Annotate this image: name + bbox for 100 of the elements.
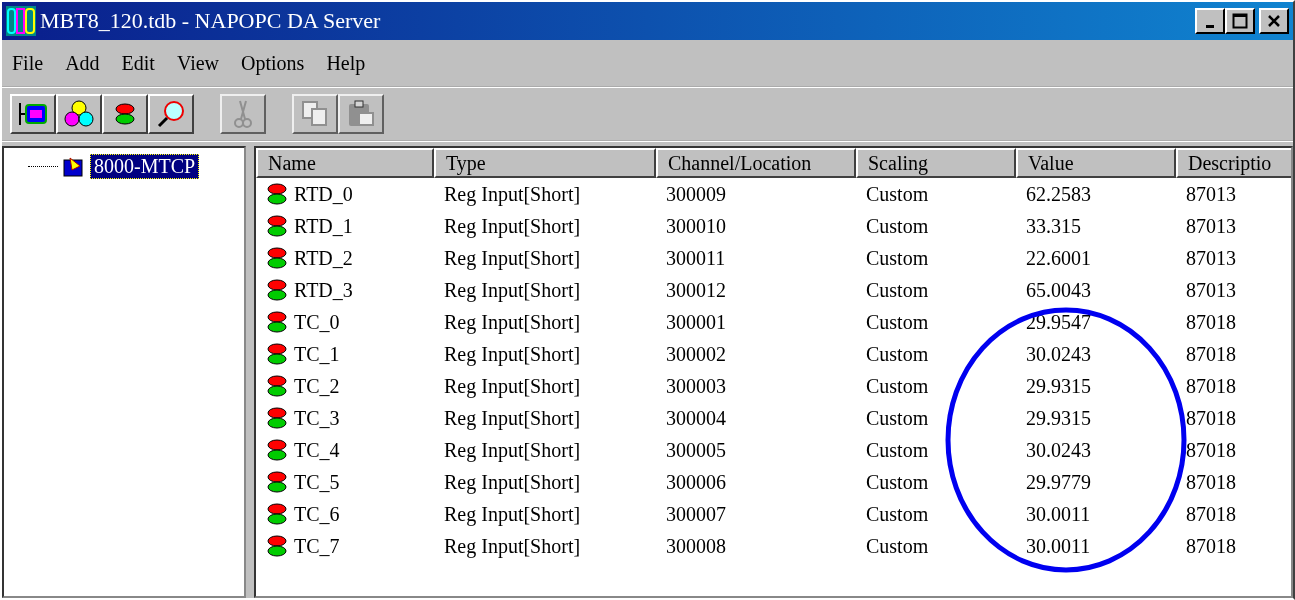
table-cell: Reg Input[Short]: [444, 214, 581, 238]
tag-light-icon: [266, 183, 288, 205]
table-cell: 65.0043: [1026, 278, 1091, 302]
table-cell: 87018: [1186, 374, 1236, 398]
table-cell: 87018: [1186, 406, 1236, 430]
app-logo-icon: [6, 6, 36, 36]
table-cell: 87018: [1186, 438, 1236, 462]
column-header[interactable]: Scaling: [856, 148, 1016, 178]
table-cell: Custom: [866, 214, 929, 238]
table-cell: 87018: [1186, 342, 1236, 366]
table-cell: 87018: [1186, 470, 1236, 494]
table-cell: Reg Input[Short]: [444, 342, 581, 366]
menu-item[interactable]: View: [176, 51, 220, 75]
table-cell: Custom: [866, 310, 929, 334]
search-icon: [156, 99, 186, 129]
table-cell: 87013: [1186, 246, 1236, 270]
table-cell: Reg Input[Short]: [444, 310, 581, 334]
tag-light-icon: [266, 311, 288, 333]
tag-light-icon: [266, 503, 288, 525]
minimize-button[interactable]: [1195, 8, 1225, 34]
table-cell: 87013: [1186, 278, 1236, 302]
table-cell: 87018: [1186, 502, 1236, 526]
table-cell: 30.0243: [1026, 342, 1091, 366]
table-cell: 29.9779: [1026, 470, 1091, 494]
table-cell: TC_1: [294, 342, 340, 366]
tag-light-icon: [266, 247, 288, 269]
table-cell: Custom: [866, 246, 929, 270]
table-cell: Reg Input[Short]: [444, 278, 581, 302]
table-cell: TC_4: [294, 438, 340, 462]
table-cell: 300006: [666, 470, 726, 494]
table-cell: RTD_1: [294, 214, 353, 238]
table-cell: Reg Input[Short]: [444, 374, 581, 398]
toolbar-button[interactable]: [148, 94, 194, 134]
maximize-button[interactable]: [1225, 8, 1255, 34]
menu-item[interactable]: Options: [241, 51, 305, 75]
toolbar-button[interactable]: [10, 94, 56, 134]
toolbar-button[interactable]: [56, 94, 102, 134]
close-icon: [1267, 14, 1281, 28]
table-cell: 30.0243: [1026, 438, 1091, 462]
table-cell: 300003: [666, 374, 726, 398]
table-cell: 87018: [1186, 310, 1236, 334]
scissors-icon: [233, 99, 253, 129]
window-title: MBT8_120.tdb - NAPOPC DA Server: [40, 8, 382, 34]
menu-item[interactable]: File: [12, 51, 44, 75]
table-cell: RTD_0: [294, 182, 353, 206]
table-cell: 22.6001: [1026, 246, 1091, 270]
table-cell: 87018: [1186, 534, 1236, 558]
menu-item[interactable]: Add: [65, 51, 100, 75]
table-cell: Custom: [866, 534, 929, 558]
tag-light-icon: [266, 471, 288, 493]
column-header[interactable]: Channel/Location: [656, 148, 856, 178]
table-cell: 33.315: [1026, 214, 1081, 238]
column-header[interactable]: Type: [434, 148, 656, 178]
table-cell: 87013: [1186, 214, 1236, 238]
menu-item[interactable]: Edit: [121, 51, 155, 75]
table-cell: Reg Input[Short]: [444, 246, 581, 270]
table-cell: Reg Input[Short]: [444, 534, 581, 558]
table-cell: Reg Input[Short]: [444, 182, 581, 206]
table-cell: 300002: [666, 342, 726, 366]
table-cell: 30.0011: [1026, 502, 1091, 526]
menu-item[interactable]: Help: [326, 51, 366, 75]
column-header[interactable]: Descriptio: [1176, 148, 1291, 178]
table-cell: 300009: [666, 182, 726, 206]
table-cell: 29.9547: [1026, 310, 1091, 334]
table-cell: Custom: [866, 278, 929, 302]
maximize-icon: [1232, 13, 1248, 29]
device-node-icon: [62, 155, 86, 178]
column-header[interactable]: Value: [1016, 148, 1176, 178]
table-cell: RTD_3: [294, 278, 353, 302]
tree-item[interactable]: 8000-MTCP: [90, 154, 200, 179]
table-cell: Custom: [866, 374, 929, 398]
close-button[interactable]: [1259, 8, 1289, 34]
table-cell: 300004: [666, 406, 726, 430]
tag-light-icon: [266, 279, 288, 301]
clipboard-icon: [347, 99, 375, 129]
tag-light-icon: [266, 407, 288, 429]
table-cell: RTD_2: [294, 246, 353, 270]
minimize-icon: [1206, 24, 1214, 28]
table-cell: 87013: [1186, 182, 1236, 206]
table-cell: TC_7: [294, 534, 340, 558]
table-cell: TC_6: [294, 502, 340, 526]
table-cell: Custom: [866, 470, 929, 494]
device-icon: [18, 101, 48, 127]
table-cell: Reg Input[Short]: [444, 438, 581, 462]
table-cell: 29.9315: [1026, 374, 1091, 398]
table-cell: Reg Input[Short]: [444, 502, 581, 526]
table-cell: Custom: [866, 502, 929, 526]
table-cell: Custom: [866, 342, 929, 366]
column-header[interactable]: Name: [256, 148, 434, 178]
table-cell: TC_2: [294, 374, 340, 398]
copy-icon: [301, 100, 329, 128]
table-cell: 300008: [666, 534, 726, 558]
table-cell: 300010: [666, 214, 726, 238]
table-cell: 30.0011: [1026, 534, 1091, 558]
table-cell: TC_3: [294, 406, 340, 430]
toolbar-button[interactable]: [102, 94, 148, 134]
tag-light-icon: [266, 535, 288, 557]
tag-light-icon: [266, 343, 288, 365]
table-cell: TC_5: [294, 470, 340, 494]
tag-light-icon: [266, 375, 288, 397]
